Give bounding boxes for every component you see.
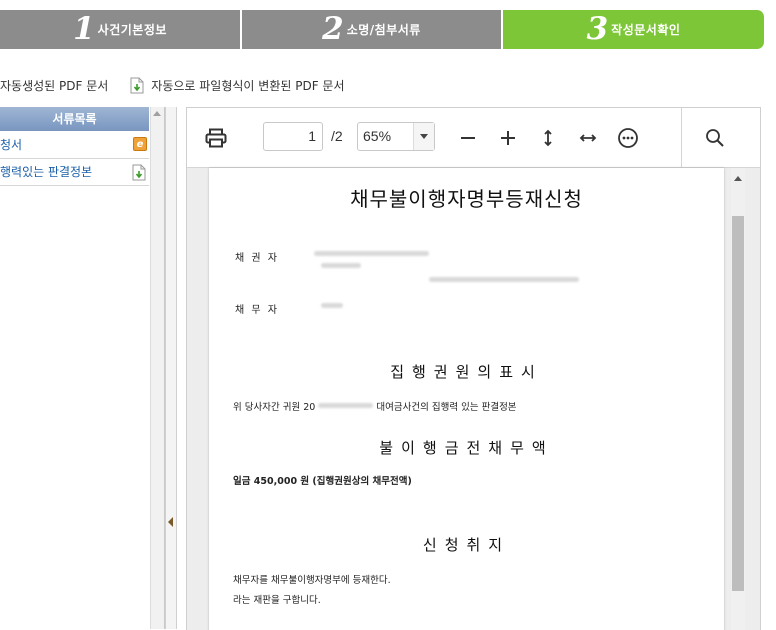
section-exec-title: 집행권원의표시 [390, 363, 543, 381]
redacted-text [318, 403, 374, 408]
zoom-out-button[interactable] [457, 125, 479, 151]
list-item[interactable]: 행력있는 판결정본 [0, 159, 149, 186]
legend-auto-pdf: 자동생성된 PDF 문서 [0, 77, 108, 94]
redacted-text [321, 263, 361, 268]
print-icon [205, 128, 227, 148]
redacted-text [321, 303, 343, 308]
scroll-up-arrow-icon[interactable] [734, 176, 742, 181]
step-3-number: 3 [586, 11, 609, 47]
step-progress-bar: 1 사건기본정보 2 소명/첨부서류 3 작성문서확인 [0, 10, 764, 49]
pdf-convert-icon [130, 77, 144, 94]
exec-text: 위 당사자간 귀원 20 대여금사건의 집행력 있는 판결정본 [233, 399, 517, 413]
document-list-header: 서류목록 [0, 107, 149, 131]
purpose-line-2: 라는 재판을 구합니다. [233, 595, 321, 606]
zoom-select[interactable]: 65% [357, 122, 435, 151]
toolbar-divider [681, 108, 682, 167]
document-list-panel: 서류목록 청서 e 행력있는 판결정본 [0, 107, 165, 629]
step-3-active: 3 작성문서확인 [503, 10, 764, 49]
search-button[interactable] [704, 125, 726, 151]
creditor-label: 채 권 자 [235, 253, 279, 264]
fit-page-icon [544, 129, 552, 147]
step-1-number: 1 [73, 11, 95, 47]
pdf-toolbar: 1 /2 65% [187, 108, 760, 168]
more-icon [618, 128, 638, 148]
step-2-label: 소명/첨부서류 [346, 23, 421, 37]
document-type-legend: 자동생성된 PDF 문서 자동으로 파일형식이 변환된 PDF 문서 [0, 77, 367, 94]
zoom-in-icon [501, 131, 515, 145]
list-item[interactable]: 청서 e [0, 132, 149, 159]
zoom-value: 65% [363, 128, 392, 144]
exec-text-suffix: 대여금사건의 집행력 있는 판결정본 [376, 402, 517, 413]
pdf-viewer: 1 /2 65% 채무불이행자명부등재신청 채 권 자 채 무 자 집행권원의표… [186, 107, 761, 630]
step-3-label: 작성문서확인 [611, 23, 681, 37]
section-purpose-title: 신청취지 [422, 536, 511, 554]
section-amount-title: 불이행금전채무액 [379, 439, 554, 457]
pdf-convert-icon[interactable] [132, 164, 147, 181]
pdf-vertical-scrollbar[interactable] [731, 168, 745, 630]
legend-auto-pdf-label: 자동생성된 PDF 문서 [0, 79, 109, 93]
fit-width-icon [579, 134, 597, 142]
fit-page-button[interactable] [537, 125, 559, 151]
pdf-page-area[interactable]: 채무불이행자명부등재신청 채 권 자 채 무 자 집행권원의표시 위 당사자간 … [187, 168, 760, 630]
edit-icon[interactable]: e [133, 137, 147, 151]
amount-text: 일금 450,000 원 (집행권원상의 채무전액) [233, 476, 412, 487]
step-1: 1 사건기본정보 [0, 10, 240, 49]
purpose-line-1: 채무자를 채무불이행자명부에 등재한다. [233, 575, 391, 586]
zoom-in-button[interactable] [497, 125, 519, 151]
more-options-button[interactable] [617, 125, 639, 151]
list-item-label: 청서 [0, 138, 23, 152]
list-item-label: 행력있는 판결정본 [0, 165, 93, 179]
fit-width-button[interactable] [577, 125, 599, 151]
debtor-label: 채 무 자 [235, 305, 279, 316]
panel-splitter[interactable] [165, 107, 177, 629]
collapse-left-arrow-icon[interactable] [168, 517, 173, 527]
scroll-up-arrow-icon[interactable] [153, 111, 161, 116]
chevron-down-icon[interactable] [413, 123, 434, 150]
pdf-page: 채무불이행자명부등재신청 채 권 자 채 무 자 집행권원의표시 위 당사자간 … [209, 168, 724, 630]
document-list-scrollbar[interactable] [150, 107, 164, 629]
step-2-number: 2 [322, 11, 344, 47]
page-number-input[interactable]: 1 [263, 122, 323, 151]
redacted-text [314, 251, 429, 256]
legend-converted-pdf-label: 자동으로 파일형식이 변환된 PDF 문서 [151, 79, 345, 93]
scrollbar-thumb[interactable] [732, 216, 744, 591]
exec-text-prefix: 위 당사자간 귀원 20 [233, 402, 316, 413]
zoom-out-icon [461, 137, 475, 139]
legend-converted-pdf: 자동으로 파일형식이 변환된 PDF 문서 [130, 77, 345, 94]
print-button[interactable] [204, 125, 228, 151]
redacted-text [429, 277, 579, 282]
document-title: 채무불이행자명부등재신청 [350, 187, 583, 211]
step-1-label: 사건기본정보 [97, 23, 167, 37]
page-total: /2 [331, 128, 343, 144]
search-icon [706, 129, 724, 147]
step-2: 2 소명/첨부서류 [242, 10, 501, 49]
